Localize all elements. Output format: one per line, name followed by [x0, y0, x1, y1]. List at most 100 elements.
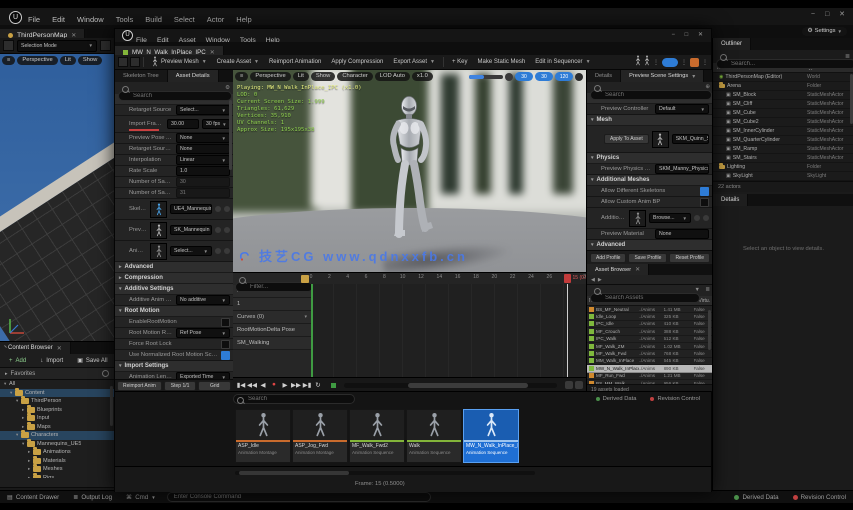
- asset-details-checkbox-enablerootmotion[interactable]: [221, 318, 230, 327]
- asset-details-footer-button-grid[interactable]: Grid: [198, 381, 231, 391]
- camera-speed-slider[interactable]: [469, 75, 503, 79]
- preview-scene-search-input[interactable]: [590, 90, 712, 100]
- modes-icon[interactable]: [100, 40, 111, 51]
- anim-viewport-pill-character[interactable]: Character: [337, 72, 372, 81]
- profile-button-add-profile[interactable]: Add Profile: [590, 253, 626, 263]
- selection-mode-dropdown[interactable]: Selection Mode ▼: [17, 40, 97, 52]
- content-tree-item-blueprints[interactable]: ▸Blueprints: [0, 406, 114, 415]
- cmd-button[interactable]: ⌘Cmd▼: [119, 494, 163, 501]
- transport-loop-button[interactable]: ↻: [313, 381, 323, 389]
- asset-details-dropdown-root-motion-root-lock[interactable]: Ref Pose▼: [176, 328, 230, 338]
- filter-icon[interactable]: ≣: [845, 53, 850, 60]
- asset-details-dropdown-preview-pose-asset[interactable]: None▼: [176, 133, 230, 143]
- derived-data-status[interactable]: Derived Data: [727, 494, 785, 501]
- anim-viewport-pill-show[interactable]: Show: [311, 72, 336, 81]
- transport-step-forward-button[interactable]: ▶▶: [291, 381, 301, 389]
- content-tree-item-input[interactable]: ▸Input: [0, 414, 114, 423]
- viewport-toggle-30[interactable]: 30: [515, 72, 533, 81]
- use-selected-icon[interactable]: [215, 227, 221, 233]
- notify-toggle[interactable]: [662, 58, 678, 67]
- asset-details-thumbnail-anim-asset-user-data[interactable]: [150, 243, 167, 260]
- anim-viewport-pill-perspective[interactable]: Perspective: [250, 72, 290, 81]
- revision-control-status[interactable]: Revision Control: [643, 396, 707, 402]
- zoom-in-icon[interactable]: [575, 381, 583, 389]
- browse-icon[interactable]: [703, 215, 709, 221]
- outliner-row-sm-cliff[interactable]: ▣SM_CliffStaticMeshActor: [713, 100, 853, 109]
- asset-details-dropdown-retarget-source[interactable]: Select...▼: [176, 105, 230, 115]
- transport-record-button[interactable]: ●: [269, 381, 279, 389]
- more-options-icon[interactable]: ⋮: [702, 59, 708, 66]
- asset-tile-walk[interactable]: WalkAnimation Sequence: [406, 409, 462, 463]
- more-options-icon[interactable]: ⋮: [681, 59, 687, 66]
- content-tree-item-animations[interactable]: ▸Animations: [0, 448, 114, 457]
- tab-outliner[interactable]: Outliner: [713, 38, 751, 50]
- asset-details-thumbnail-skeleton[interactable]: [150, 201, 167, 218]
- timeline-track-curves-0[interactable]: Curves (0)▾: [233, 311, 311, 324]
- derived-data-status[interactable]: Derived Data: [589, 396, 644, 402]
- content-tree-item-meshes[interactable]: ▸Meshes: [0, 465, 114, 474]
- character-follow-icon[interactable]: [644, 53, 650, 71]
- asset-details-checkbox-force-root-lock[interactable]: [221, 340, 230, 349]
- timeline-track-1[interactable]: 1: [233, 298, 311, 311]
- content-drawer-button[interactable]: ▤Content Drawer: [0, 494, 66, 501]
- drawer-search-input[interactable]: [233, 394, 355, 404]
- asset-row-ipc-walk[interactable]: IPC_Walk../Anims512 KBFalse: [587, 336, 712, 343]
- asset-details-footer-button-reimport-anim[interactable]: Reimport Anim: [117, 381, 162, 391]
- asset-details-dropdown-interpolation[interactable]: Linear▼: [176, 155, 230, 165]
- tab-anim-details[interactable]: Details: [587, 70, 621, 82]
- preview-mesh-button[interactable]: Preview Mesh▼: [147, 56, 212, 68]
- asset-details-section-advanced[interactable]: ▸Advanced: [115, 262, 233, 273]
- favorites-row[interactable]: ▸ Favorites: [0, 368, 114, 380]
- settings-button[interactable]: ⚙ Settings ▼: [802, 27, 847, 36]
- scrollbar[interactable]: [110, 386, 113, 426]
- viewport-menu-icon[interactable]: ≡: [235, 72, 248, 81]
- transport-play-button[interactable]: ▶: [280, 381, 290, 389]
- drawer-hscrollbar[interactable]: [235, 471, 535, 475]
- preview-scene-checkbox-allow-custom-anim-bp[interactable]: [700, 198, 709, 207]
- import-button[interactable]: ↓ Import: [35, 356, 68, 366]
- save-all-button[interactable]: ▣ Save All: [72, 356, 112, 366]
- outliner-row-sm-cube[interactable]: ▣SM_CubeStaticMeshActor: [713, 109, 853, 118]
- asset-details-thumbnail-preview-mesh[interactable]: [150, 222, 167, 239]
- scrollbar[interactable]: [708, 310, 711, 350]
- tab-details[interactable]: Details: [713, 194, 748, 206]
- preview-scene-thumbnail-preview-mesh-animation[interactable]: [652, 131, 669, 148]
- output-log-button[interactable]: ≣Output Log: [66, 494, 119, 501]
- tab-asset-details[interactable]: Asset Details: [168, 70, 219, 82]
- asset-details-checkbox-use-normalized-root-motion-scale[interactable]: [221, 351, 230, 360]
- asset-details-dropdown-additive-anim-type[interactable]: No additive▼: [176, 295, 230, 305]
- outliner-row-sm-stairs[interactable]: ▣SM_StairsStaticMeshActor: [713, 154, 853, 163]
- content-tree-item-characters[interactable]: ▾Characters: [0, 431, 114, 440]
- fullscreen-icon[interactable]: [575, 73, 583, 81]
- asset-row-mf-crouch[interactable]: MF_Crouch../Anims388 KBFalse: [587, 328, 712, 335]
- preview-scene-asset-picker-additional-meshes[interactable]: Browse...▼: [649, 213, 691, 223]
- asset-details-asset-picker-skeleton[interactable]: UE4_Mannequin_Skeleton▼: [170, 204, 212, 214]
- preview-scene-thumbnail-additional-meshes[interactable]: [629, 210, 646, 227]
- anim-window-controls[interactable]: − □ ✕: [672, 31, 708, 38]
- browse-icon[interactable]: [224, 206, 230, 212]
- asset-details-asset-picker-preview-mesh[interactable]: SK_Mannequin▼: [170, 225, 212, 235]
- outliner-row-sm-block[interactable]: ▣SM_BlockStaticMeshActor: [713, 91, 853, 100]
- use-selected-icon[interactable]: [215, 206, 221, 212]
- apply-compression-button[interactable]: Apply Compression: [326, 56, 388, 68]
- timeline-grid[interactable]: [311, 284, 586, 377]
- timeline-track-sm-walking[interactable]: SM_Walking: [233, 337, 311, 350]
- transport-jump-to-end-button[interactable]: ▶▮: [302, 381, 312, 389]
- search-icon[interactable]: [102, 370, 109, 377]
- save-icon[interactable]: [118, 57, 128, 67]
- preview-scene-field-preview-material[interactable]: None: [655, 229, 709, 239]
- asset-row-bs-mm-walk[interactable]: BS_MM_Walk../Anims956 KBFalse: [587, 380, 712, 384]
- asset-row-mf-walk-zm[interactable]: MF_Walk_ZM../Anims1.02 MBFalse: [587, 343, 712, 350]
- preview-scene-button-apply-to-asset[interactable]: Apply To Asset: [604, 134, 649, 144]
- window-controls[interactable]: − □ ✕: [811, 10, 849, 18]
- save-icon[interactable]: [3, 40, 14, 51]
- outliner-row-sm-quartercylinder[interactable]: ▣SM_QuarterCylinderStaticMeshActor: [713, 136, 853, 145]
- asset-details-search-input[interactable]: [118, 91, 232, 101]
- outliner-row-lighting[interactable]: LightingFolder: [713, 163, 853, 172]
- transport-play-reverse-button[interactable]: ◀: [258, 381, 268, 389]
- asset-row-ipc-idle[interactable]: IPC_Idle../Anims410 KBFalse: [587, 321, 712, 328]
- level-viewport-pill-perspective[interactable]: Perspective: [17, 56, 57, 65]
- export-asset-button[interactable]: Export Asset▼: [388, 56, 440, 68]
- outliner-row-sm-ramp[interactable]: ▣SM_RampStaticMeshActor: [713, 145, 853, 154]
- asset-details-field-import-frame-rate[interactable]: 30.00: [167, 119, 199, 129]
